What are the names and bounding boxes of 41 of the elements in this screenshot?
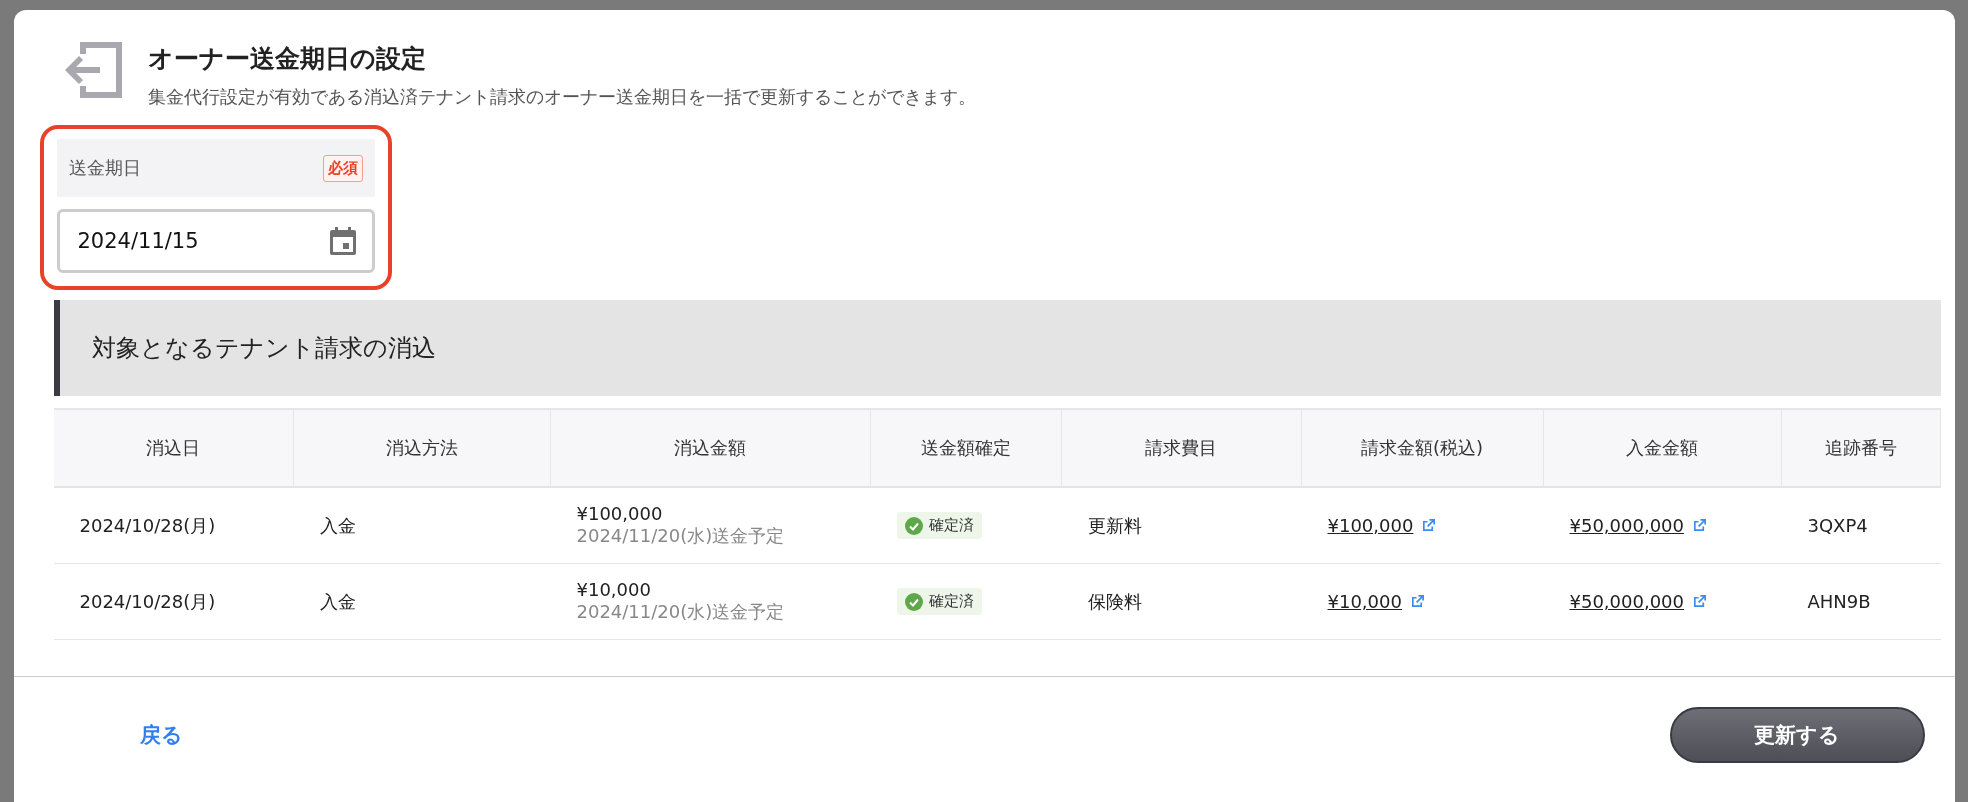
- column-header: 請求費目: [1061, 410, 1302, 488]
- back-link[interactable]: 戻る: [139, 720, 183, 749]
- schedule-text: 2024/11/20(水)送金予定: [576, 600, 786, 624]
- table-cell: 入金: [319, 513, 356, 538]
- table-cell: 3QXP4: [1807, 515, 1868, 536]
- table-cell: 2024/10/28(月): [79, 589, 216, 614]
- amount-text: ¥100,000: [576, 503, 664, 524]
- received-link[interactable]: ¥50,000,000: [1569, 515, 1684, 536]
- billed-link[interactable]: ¥10,000: [1327, 591, 1402, 612]
- column-header: 消込日: [53, 410, 294, 488]
- column-header: 消込金額: [550, 410, 871, 488]
- column-header: 入金金額: [1543, 410, 1782, 488]
- field-label: 送金期日: [68, 156, 141, 180]
- billed-link[interactable]: ¥100,000: [1327, 515, 1414, 536]
- table-cell: 更新料: [1087, 513, 1142, 538]
- dialog-title: オーナー送金期日の設定: [147, 43, 427, 75]
- column-header: 送金額確定: [870, 410, 1062, 488]
- external-link-icon: [1409, 594, 1425, 609]
- update-button[interactable]: 更新する: [1669, 706, 1925, 763]
- check-circle-icon: [904, 592, 923, 611]
- received-link[interactable]: ¥50,000,000: [1569, 591, 1684, 612]
- dialog-description: 集金代行設定が有効である消込済テナント請求のオーナー送金期日を一括で更新することができます。: [147, 85, 976, 109]
- external-link-icon: [1692, 594, 1707, 609]
- schedule-text: 2024/11/20(水)送金予定: [576, 524, 786, 548]
- amount-text: ¥10,000: [576, 579, 652, 600]
- status-badge: 確定済: [896, 512, 982, 539]
- external-link-icon: [1421, 518, 1437, 533]
- date-field[interactable]: 2024/11/15: [56, 209, 375, 273]
- table-cell: 入金: [319, 589, 356, 614]
- section-title: 対象となるテナント請求の消込: [91, 333, 436, 364]
- external-link-icon: [1692, 518, 1707, 533]
- table-cell: AHN9B: [1807, 591, 1871, 612]
- status-badge: 確定済: [896, 588, 982, 615]
- column-header: 請求金額(税込): [1301, 410, 1544, 488]
- check-circle-icon: [904, 516, 923, 535]
- required-badge: 必須: [322, 154, 363, 182]
- table-cell: 保険料: [1087, 589, 1142, 614]
- column-header: 消込方法: [293, 410, 551, 488]
- table-cell: 2024/10/28(月): [79, 513, 216, 538]
- calendar-icon: [329, 227, 356, 255]
- column-header: 追跡番号: [1781, 410, 1941, 488]
